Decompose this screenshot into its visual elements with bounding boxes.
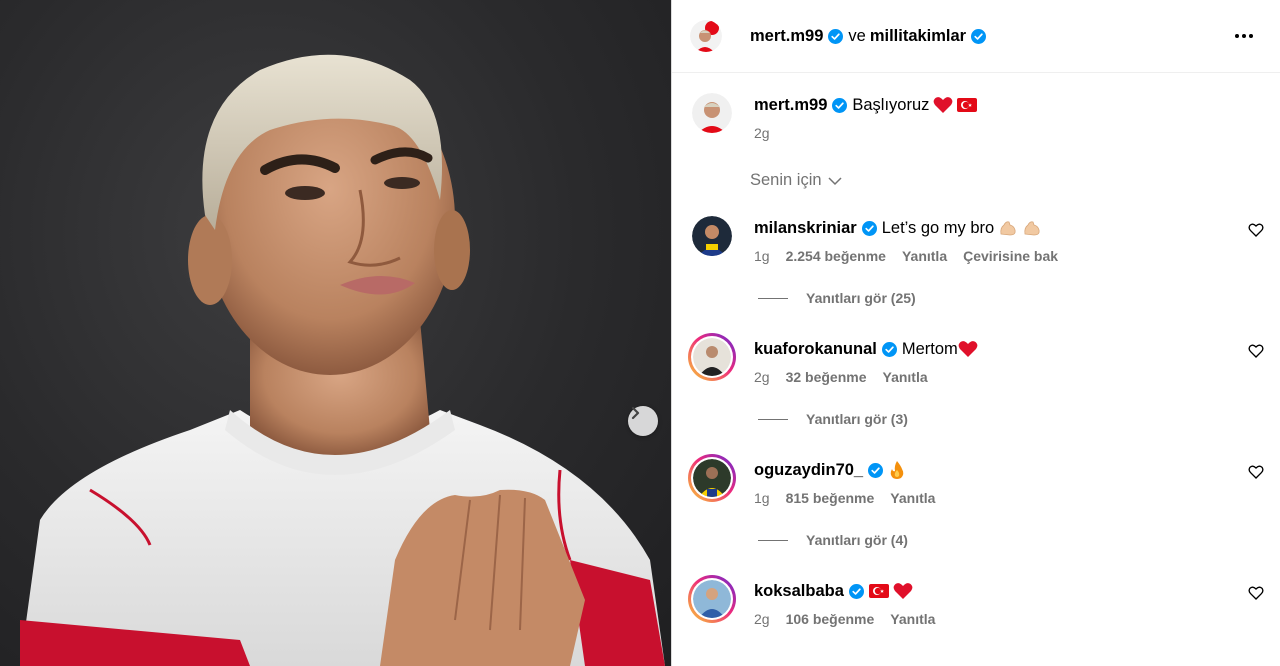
post-caption: mert.m99 Başlıyoruz 2g (672, 73, 1280, 141)
view-replies-button[interactable]: Yanıtları gör (25) (758, 286, 1280, 310)
story-ring[interactable] (688, 454, 736, 502)
heart-icon[interactable] (1248, 585, 1264, 601)
avatar[interactable] (690, 20, 722, 52)
verified-badge-icon (868, 462, 884, 478)
view-replies-button[interactable]: Yanıtları gör (3) (758, 407, 1280, 431)
replies-divider (758, 297, 788, 299)
turkey-flag-icon (868, 584, 889, 598)
comment-timestamp: 2g (754, 611, 770, 627)
heart-icon[interactable] (1248, 464, 1264, 480)
reply-button[interactable]: Yanıtla (890, 611, 935, 627)
view-replies-label: Yanıtları gör (25) (806, 290, 916, 306)
reply-button[interactable]: Yanıtla (883, 369, 928, 385)
comment-username[interactable]: milanskriniar (754, 219, 857, 238)
comment-likes[interactable]: 32 beğenme (786, 369, 867, 385)
next-photo-button[interactable] (628, 406, 658, 436)
post-header: mert.m99 ve millitakimlar (672, 0, 1280, 73)
comment-username[interactable]: koksalbaba (754, 582, 844, 601)
avatar[interactable] (692, 216, 732, 256)
reply-button[interactable]: Yanıtla (902, 248, 947, 264)
red-heart-icon (893, 583, 913, 599)
caption-username[interactable]: mert.m99 (754, 96, 827, 115)
comment-likes[interactable]: 2.254 beğenme (786, 248, 886, 264)
more-options-icon (1235, 34, 1253, 38)
comment-item: oguzaydin70_ 1g 815 beğenme Yanıtla (672, 454, 1280, 506)
comment-username[interactable]: kuaforokanunal (754, 340, 877, 359)
reply-button[interactable]: Yanıtla (890, 490, 935, 506)
avatar (693, 338, 731, 376)
flexed-biceps-icon (1000, 221, 1016, 236)
turkey-flag-icon (957, 98, 978, 112)
comment-likes[interactable]: 106 beğenme (786, 611, 875, 627)
comment-timestamp: 2g (754, 369, 770, 385)
avatar[interactable] (692, 93, 732, 133)
see-translation-button[interactable]: Çevirisine bak (963, 248, 1058, 264)
chevron-down-icon (828, 176, 842, 185)
flexed-biceps-icon (1024, 221, 1040, 236)
red-heart-icon (934, 97, 953, 113)
author-username[interactable]: mert.m99 (750, 27, 823, 46)
comment-text: Mertom (901, 339, 958, 358)
comment-username[interactable]: oguzaydin70_ (754, 461, 863, 480)
heart-icon[interactable] (1248, 343, 1264, 359)
comment-text: Let’s go my bro (881, 218, 995, 237)
caption-timestamp: 2g (754, 125, 770, 141)
more-options-button[interactable] (1232, 24, 1256, 48)
view-replies-label: Yanıtları gör (3) (806, 411, 908, 427)
fire-icon (890, 461, 904, 479)
story-ring[interactable] (688, 575, 736, 623)
verified-badge-icon (881, 341, 897, 357)
instagram-post-view: mert.m99 ve millitakimlar mert.m99 Başlı… (0, 0, 1280, 666)
replies-divider (758, 418, 788, 420)
conjunction-text: ve (848, 26, 866, 45)
verified-badge-icon (971, 28, 987, 44)
post-authors: mert.m99 ve millitakimlar (750, 27, 1232, 46)
comment-item: koksalbaba 2g 106 beğenme Yanıtla (672, 575, 1280, 627)
verified-badge-icon (848, 583, 864, 599)
view-replies-button[interactable]: Yanıtları gör (4) (758, 528, 1280, 552)
verified-badge-icon (861, 220, 877, 236)
replies-divider (758, 539, 788, 541)
comment-likes[interactable]: 815 beğenme (786, 490, 875, 506)
verified-badge-icon (832, 97, 848, 113)
comment-timestamp: 1g (754, 248, 770, 264)
post-photo[interactable] (0, 0, 671, 666)
comment-timestamp: 1g (754, 490, 770, 506)
comment-filter-label: Senin için (750, 171, 822, 189)
avatar (693, 580, 731, 618)
avatar (693, 459, 731, 497)
post-side-panel: mert.m99 ve millitakimlar mert.m99 Başlı… (671, 0, 1280, 666)
view-replies-label: Yanıtları gör (4) (806, 532, 908, 548)
collaborator-username[interactable]: millitakimlar (870, 27, 966, 46)
comment-filter-dropdown[interactable]: Senin için (750, 171, 1280, 190)
player-portrait-illustration (20, 54, 665, 666)
comment-item: kuaforokanunal Mertom 2g 32 beğenme Yanı… (672, 333, 1280, 385)
next-arrow-icon (631, 406, 640, 420)
heart-icon[interactable] (1248, 222, 1264, 238)
story-ring[interactable] (688, 333, 736, 381)
comment-item: milanskriniar Let’s go my bro 1g 2.254 b… (672, 216, 1280, 264)
red-heart-icon (958, 341, 978, 357)
verified-badge-icon (828, 28, 844, 44)
caption-text: Başlıyoruz (852, 95, 930, 114)
